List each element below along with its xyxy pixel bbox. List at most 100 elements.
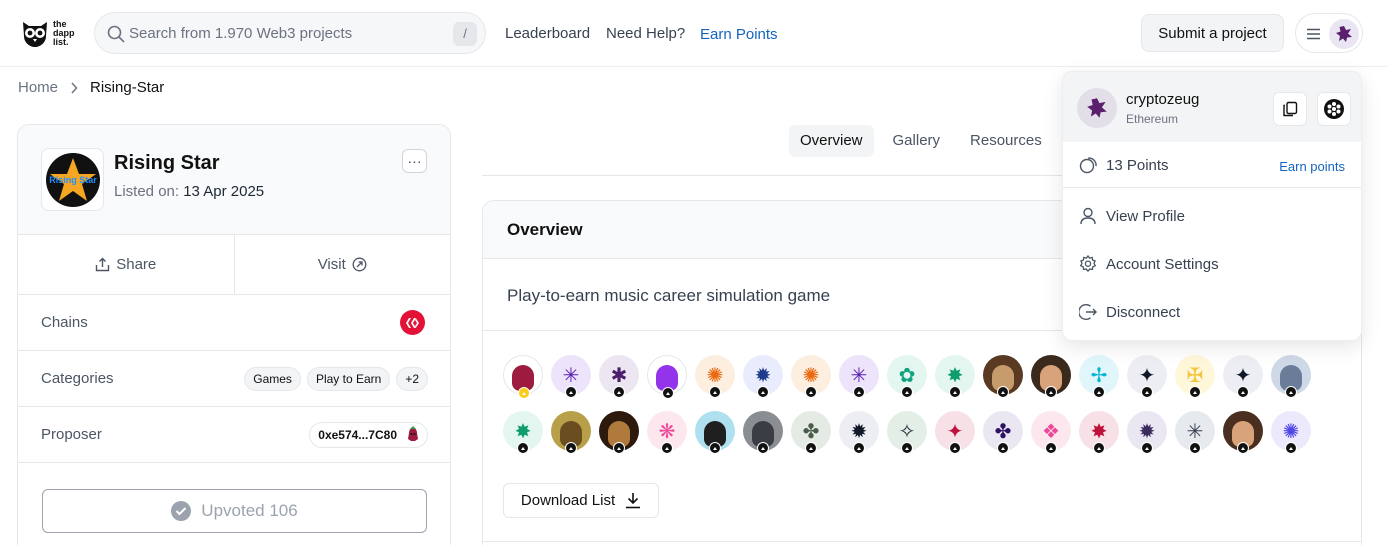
chain-badge [1285, 386, 1297, 398]
search-bar[interactable]: / [94, 12, 486, 54]
more-options-button[interactable]: ··· [402, 149, 427, 173]
upvoter-avatar[interactable]: ✹ [743, 355, 783, 398]
chain-badge [709, 442, 721, 454]
chains-row: Chains [18, 295, 450, 351]
user-avatar [1329, 19, 1359, 49]
category-more-tag[interactable]: +2 [396, 367, 428, 391]
upvoter-avatar[interactable]: ✱ [599, 355, 639, 398]
upvoter-avatar[interactable]: ❋ [647, 411, 687, 454]
chain-badge [1237, 442, 1249, 454]
dapplist-logo[interactable]: the dapp list. [20, 16, 78, 50]
avatar-glyph: ✹ [1138, 419, 1156, 443]
visit-button[interactable]: Visit [233, 235, 451, 294]
upvoter-avatar[interactable] [1223, 411, 1263, 454]
chain-badge [1045, 386, 1057, 398]
nav-need-help[interactable]: Need Help? [606, 25, 685, 42]
network-icon [1324, 99, 1344, 119]
hive-icon[interactable] [400, 310, 425, 335]
tab-resources[interactable]: Resources [959, 125, 1053, 157]
earn-points-link[interactable]: Earn points [1279, 159, 1345, 174]
upvoter-avatar[interactable]: ✿ [887, 355, 927, 398]
upvoter-avatar[interactable] [695, 411, 735, 454]
proposer-chip[interactable]: 0xe574...7C80 [309, 422, 428, 448]
submit-project-button[interactable]: Submit a project [1141, 14, 1284, 52]
chain-badge [949, 386, 961, 398]
share-label: Share [116, 256, 157, 273]
check-circle-icon [171, 501, 192, 521]
upvoter-avatar[interactable] [1271, 355, 1311, 398]
avatar-glyph: ✦ [946, 419, 964, 443]
network-button[interactable] [1317, 92, 1351, 126]
upvoter-avatar[interactable]: ✦ [1127, 355, 1167, 398]
avatar-glyph: ✳ [1186, 419, 1204, 443]
logout-icon [1079, 304, 1097, 320]
upvoter-avatar[interactable]: ✠ [1175, 355, 1215, 398]
dropdown-username: cryptozeug [1126, 91, 1200, 108]
search-input[interactable] [129, 13, 429, 53]
upvoter-avatar[interactable] [983, 355, 1023, 398]
proposer-label: Proposer [41, 426, 102, 443]
breadcrumb-home[interactable]: Home [18, 79, 58, 96]
visit-label: Visit [317, 256, 346, 273]
copy-address-button[interactable] [1273, 92, 1307, 126]
avatar-glyph: ✹ [850, 419, 868, 443]
upvoter-avatar[interactable] [551, 411, 591, 454]
proposer-avatar [403, 425, 423, 445]
upvoter-avatar[interactable] [503, 355, 543, 399]
nav-earn-points[interactable]: Earn Points [700, 26, 778, 43]
upvoter-avatar[interactable]: ✺ [1271, 411, 1311, 454]
upvoter-avatar[interactable]: ✦ [935, 411, 975, 454]
chain-badge [949, 442, 961, 454]
avatar-glyph: ✱ [610, 363, 628, 387]
upvoter-avatar[interactable]: ❖ [1031, 411, 1071, 454]
external-link-icon [352, 257, 367, 272]
upvoter-avatar[interactable]: ✹ [1127, 411, 1167, 454]
upvoter-avatar[interactable]: ✢ [1079, 355, 1119, 398]
category-tag[interactable]: Play to Earn [306, 367, 391, 391]
category-tag[interactable]: Games [244, 367, 301, 391]
upvoter-avatar[interactable]: ✺ [791, 355, 831, 398]
avatar-glyph: ✦ [1234, 363, 1252, 387]
tab-overview[interactable]: Overview [789, 125, 874, 157]
search-icon [107, 25, 125, 43]
upvoter-avatar[interactable]: ✸ [503, 411, 543, 454]
menu-item-view-profile[interactable]: View Profile [1063, 193, 1361, 241]
avatar-glyph: ✺ [802, 363, 820, 387]
chain-badge [565, 442, 577, 454]
share-button[interactable]: Share [18, 235, 234, 294]
avatar-glyph: ✺ [706, 363, 724, 387]
upvoter-avatar[interactable] [647, 355, 687, 399]
user-menu-toggle[interactable] [1295, 13, 1363, 53]
user-avatar-blob-icon [1087, 98, 1107, 118]
menu-item-account-settings[interactable]: Account Settings [1063, 241, 1361, 289]
upvoter-avatar[interactable]: ✳ [551, 355, 591, 398]
upvoter-avatar[interactable] [1031, 355, 1071, 398]
upvoter-avatar[interactable]: ✸ [1079, 411, 1119, 454]
upvoter-avatar[interactable]: ✦ [1223, 355, 1263, 398]
project-title: Rising Star [114, 152, 220, 174]
proposer-address: 0xe574...7C80 [318, 428, 397, 442]
menu-item-disconnect[interactable]: Disconnect [1063, 289, 1361, 337]
upvoter-avatar[interactable]: ✳ [839, 355, 879, 398]
download-list-button[interactable]: Download List [503, 483, 659, 518]
upvoter-avatar[interactable]: ✧ [887, 411, 927, 454]
upvoter-avatar[interactable]: ✤ [791, 411, 831, 454]
upvoter-avatar[interactable] [743, 411, 783, 454]
upvote-button[interactable]: Upvoted 106 [42, 489, 427, 533]
chain-badge [853, 386, 865, 398]
download-icon [626, 493, 641, 509]
download-list-label: Download List [520, 492, 616, 509]
owl-icon [23, 22, 47, 47]
upvoter-avatar[interactable]: ✤ [983, 411, 1023, 454]
menu-item-label: Account Settings [1106, 256, 1219, 273]
upvoter-avatar[interactable] [599, 411, 639, 454]
tab-gallery[interactable]: Gallery [882, 125, 952, 157]
upvoter-avatar[interactable]: ✹ [839, 411, 879, 454]
overview-footer-divider [483, 541, 1361, 542]
upvoter-avatar[interactable]: ✺ [695, 355, 735, 398]
proposer-row: Proposer 0xe574...7C80 [18, 407, 450, 463]
upvoter-avatar[interactable]: ✳ [1175, 411, 1215, 454]
upvoter-avatar[interactable]: ✸ [935, 355, 975, 398]
chain-badge [805, 442, 817, 454]
nav-leaderboard[interactable]: Leaderboard [505, 25, 590, 42]
